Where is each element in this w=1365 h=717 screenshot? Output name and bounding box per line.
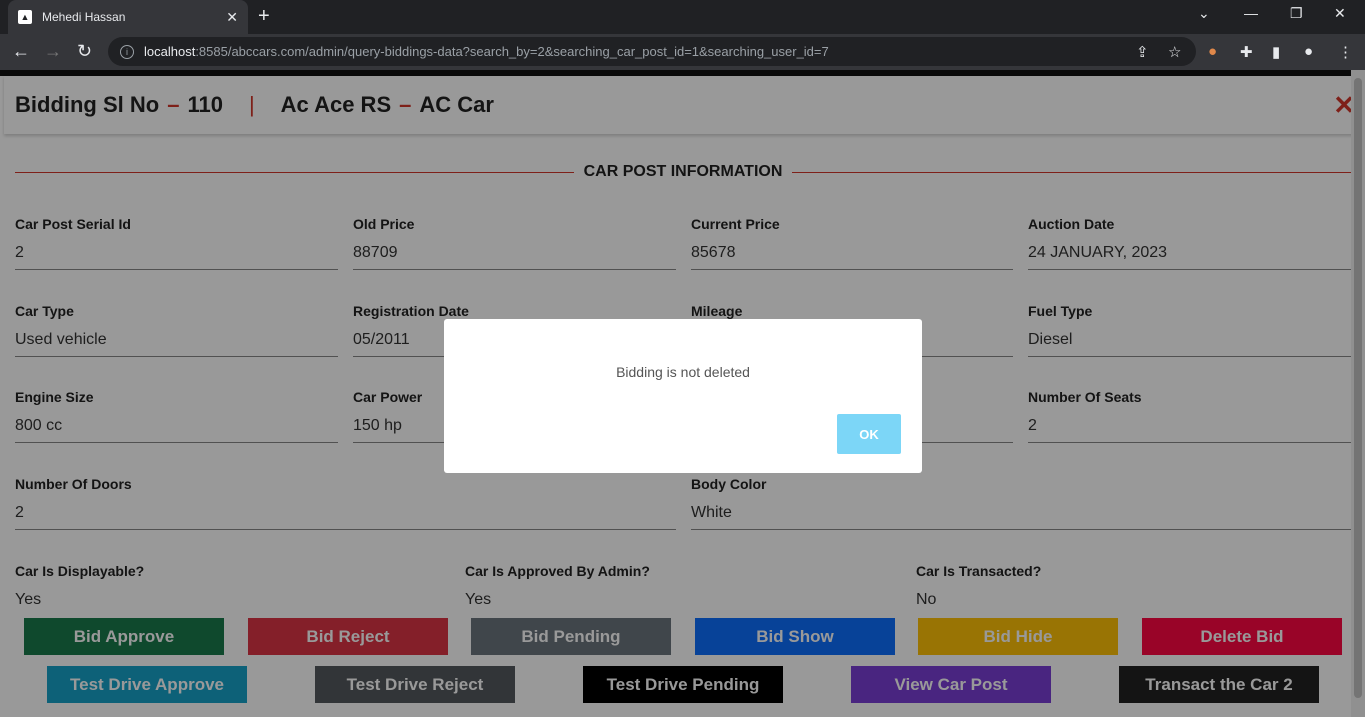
alert-dialog: Bidding is not deleted OK xyxy=(444,319,922,473)
tab-title: Mehedi Hassan xyxy=(42,10,126,24)
tab-close-icon[interactable]: ✕ xyxy=(226,9,238,26)
forward-icon[interactable]: → xyxy=(44,41,62,61)
window-close-icon[interactable]: ✕ xyxy=(1334,5,1346,22)
browser-tabstrip: ▲ Mehedi Hassan ✕ + ⌄ — ❐ ✕ xyxy=(0,0,1365,34)
page-content: Bidding Sl No – 110 | Ac Ace RS – AC Car… xyxy=(0,70,1365,717)
profile-avatar-icon[interactable]: ● xyxy=(1304,43,1313,60)
browser-toolbar: ← → ↻ i localhost :8585/abccars.com/admi… xyxy=(0,34,1365,70)
cookie-extension-icon[interactable]: ● xyxy=(1208,43,1217,60)
url-host: localhost xyxy=(144,44,196,59)
back-icon[interactable]: ← xyxy=(12,41,30,61)
browser-tab[interactable]: ▲ Mehedi Hassan ✕ xyxy=(8,0,248,34)
address-bar[interactable]: i localhost :8585/abccars.com/admin/quer… xyxy=(108,37,1196,66)
new-tab-icon[interactable]: + xyxy=(258,5,270,28)
site-info-icon[interactable]: i xyxy=(120,44,134,59)
reload-icon[interactable]: ↻ xyxy=(77,41,92,61)
minimize-icon[interactable]: — xyxy=(1244,5,1258,21)
restore-icon[interactable]: ❐ xyxy=(1290,5,1303,22)
extensions-puzzle-icon[interactable]: ✚ xyxy=(1240,43,1253,61)
share-icon[interactable]: ⇪ xyxy=(1136,43,1149,61)
bookmark-star-icon[interactable]: ☆ xyxy=(1168,43,1181,61)
side-panel-icon[interactable]: ▮ xyxy=(1272,43,1280,61)
tab-search-icon[interactable]: ⌄ xyxy=(1198,5,1210,22)
ok-button[interactable]: OK xyxy=(837,414,901,454)
kebab-menu-icon[interactable]: ⋮ xyxy=(1338,43,1353,61)
alert-message: Bidding is not deleted xyxy=(616,364,750,380)
url-path: :8585/abccars.com/admin/query-biddings-d… xyxy=(195,44,829,59)
favicon-icon: ▲ xyxy=(18,10,32,24)
